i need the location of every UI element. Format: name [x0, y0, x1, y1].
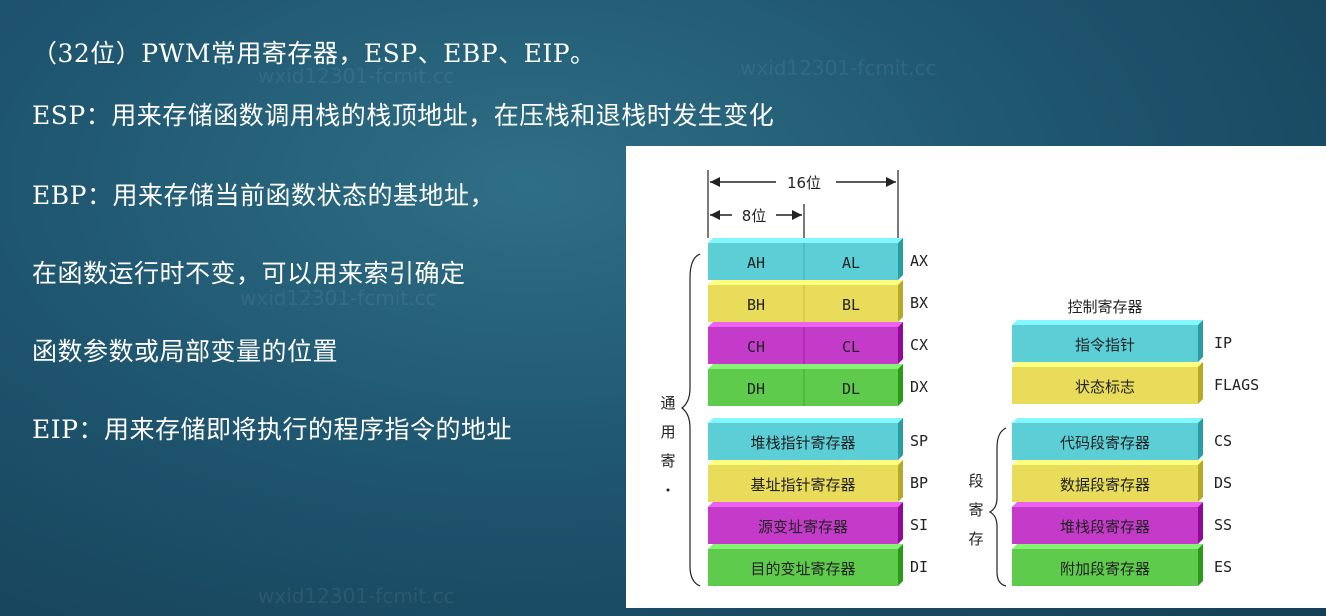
register-desc-si: 源变址寄存器 — [758, 518, 848, 536]
register-name-sp: SP — [910, 432, 928, 450]
esp-description: ESP：用来存储函数调用栈的栈顶地址，在压栈和退栈时发生变化 — [32, 101, 775, 130]
register-bh: BH — [747, 296, 765, 314]
register-sp-top — [708, 418, 903, 423]
register-name-si: SI — [910, 516, 928, 534]
register-si-top — [708, 502, 903, 507]
general-group-label: 通 — [660, 394, 675, 412]
segment-group-label: 段 — [968, 472, 983, 490]
register-name-di: DI — [910, 558, 928, 576]
register-name-ds: DS — [1214, 474, 1232, 492]
register-desc-es: 附加段寄存器 — [1060, 560, 1150, 578]
control-registers-title: 控制寄存器 — [1067, 298, 1142, 316]
register-desc-bp: 基址指针寄存器 — [750, 476, 855, 494]
register-ax-top — [708, 238, 903, 243]
register-al: AL — [842, 254, 860, 272]
register-desc-flags: 状态标志 — [1075, 378, 1135, 396]
segment-group-label: 寄 — [968, 501, 983, 519]
register-name-bp: BP — [910, 474, 928, 492]
width-16-label: 16位 — [787, 174, 821, 192]
register-dx-top — [708, 364, 903, 369]
arrowhead — [710, 177, 720, 187]
register-dx-face — [708, 369, 898, 406]
register-diagram-svg: 16位 8位 AH AL AX BH BL BX CH CL CX DH DL DX 堆栈指针寄存器 SP 基址… — [660, 170, 1259, 587]
arrowhead — [886, 177, 896, 187]
width-8-label: 8位 — [742, 207, 767, 225]
segment-group-label: 存 — [968, 530, 983, 548]
register-name-ip: IP — [1214, 334, 1232, 352]
segment-brace — [988, 427, 1007, 587]
register-bl: BL — [842, 296, 860, 314]
register-ip-top — [1012, 320, 1203, 325]
register-cx-side — [898, 322, 903, 364]
register-ds-side — [1198, 460, 1203, 502]
register-desc-ip: 指令指针 — [1075, 336, 1135, 354]
arrowhead — [792, 210, 802, 220]
slide-title: （32位）PWM常用寄存器，ESP、EBP、EIP。 — [32, 39, 596, 68]
register-ah: AH — [747, 254, 765, 272]
register-bp-top — [708, 460, 903, 465]
register-cx-top — [708, 322, 903, 327]
general-brace — [681, 253, 701, 587]
ebp-description-line1: EBP：用来存储当前函数状态的基地址， — [32, 181, 495, 210]
register-dh: DH — [747, 380, 765, 398]
ebp-description-line3: 函数参数或局部变量的位置 — [32, 337, 339, 366]
register-ax-face — [708, 243, 898, 280]
register-di-top — [708, 544, 903, 549]
register-ax-side — [898, 238, 903, 280]
register-desc-cs: 代码段寄存器 — [1060, 434, 1150, 452]
register-si-side — [898, 502, 903, 544]
register-name-ax: AX — [910, 252, 928, 270]
register-desc-ds: 数据段寄存器 — [1060, 476, 1150, 494]
register-name-cs: CS — [1214, 432, 1232, 450]
eip-description: EIP：用来存储即将执行的程序指令的地址 — [32, 415, 512, 444]
register-desc-ss: 堆栈段寄存器 — [1060, 518, 1150, 536]
register-dx-side — [898, 364, 903, 406]
general-group-label: 寄 — [660, 452, 675, 470]
arrowhead — [710, 210, 720, 220]
watermark: wxid12301-fcmit.cc — [740, 56, 937, 80]
register-ds-top — [1012, 460, 1203, 465]
register-ip-side — [1198, 320, 1203, 362]
register-es-side — [1198, 544, 1203, 586]
register-ss-side — [1198, 502, 1203, 544]
register-dl: DL — [842, 380, 860, 398]
register-name-dx: DX — [910, 378, 928, 396]
register-bp-side — [898, 460, 903, 502]
register-desc-di: 目的变址寄存器 — [750, 560, 855, 578]
watermark: wxid12301-fcmit.cc — [258, 584, 455, 608]
register-cs-side — [1198, 418, 1203, 460]
register-name-es: ES — [1214, 558, 1232, 576]
register-name-ss: SS — [1214, 516, 1232, 534]
register-cx-face — [708, 327, 898, 364]
register-bx-side — [898, 280, 903, 322]
register-desc-sp: 堆栈指针寄存器 — [750, 434, 855, 452]
register-es-top — [1012, 544, 1203, 549]
register-di-side — [898, 544, 903, 586]
register-name-bx: BX — [910, 294, 928, 312]
ebp-description-line2: 在函数运行时不变，可以用来索引确定 — [32, 259, 466, 288]
register-sp-side — [898, 418, 903, 460]
general-group-label: 用 — [660, 423, 675, 441]
register-ch: CH — [747, 338, 765, 356]
register-flags-side — [1198, 362, 1203, 404]
register-ss-top — [1012, 502, 1203, 507]
register-bx-face — [708, 285, 898, 322]
ellipsis-dot — [666, 488, 670, 492]
register-flags-top — [1012, 362, 1203, 367]
register-diagram: 16位 8位 AH AL AX BH BL BX CH CL CX DH DL DX 堆栈指针寄存器 SP 基址… — [626, 146, 1326, 608]
register-bx-top — [708, 280, 903, 285]
register-name-flags: FLAGS — [1214, 376, 1259, 394]
register-cs-top — [1012, 418, 1203, 423]
register-name-cx: CX — [910, 336, 928, 354]
register-cl: CL — [842, 338, 860, 356]
